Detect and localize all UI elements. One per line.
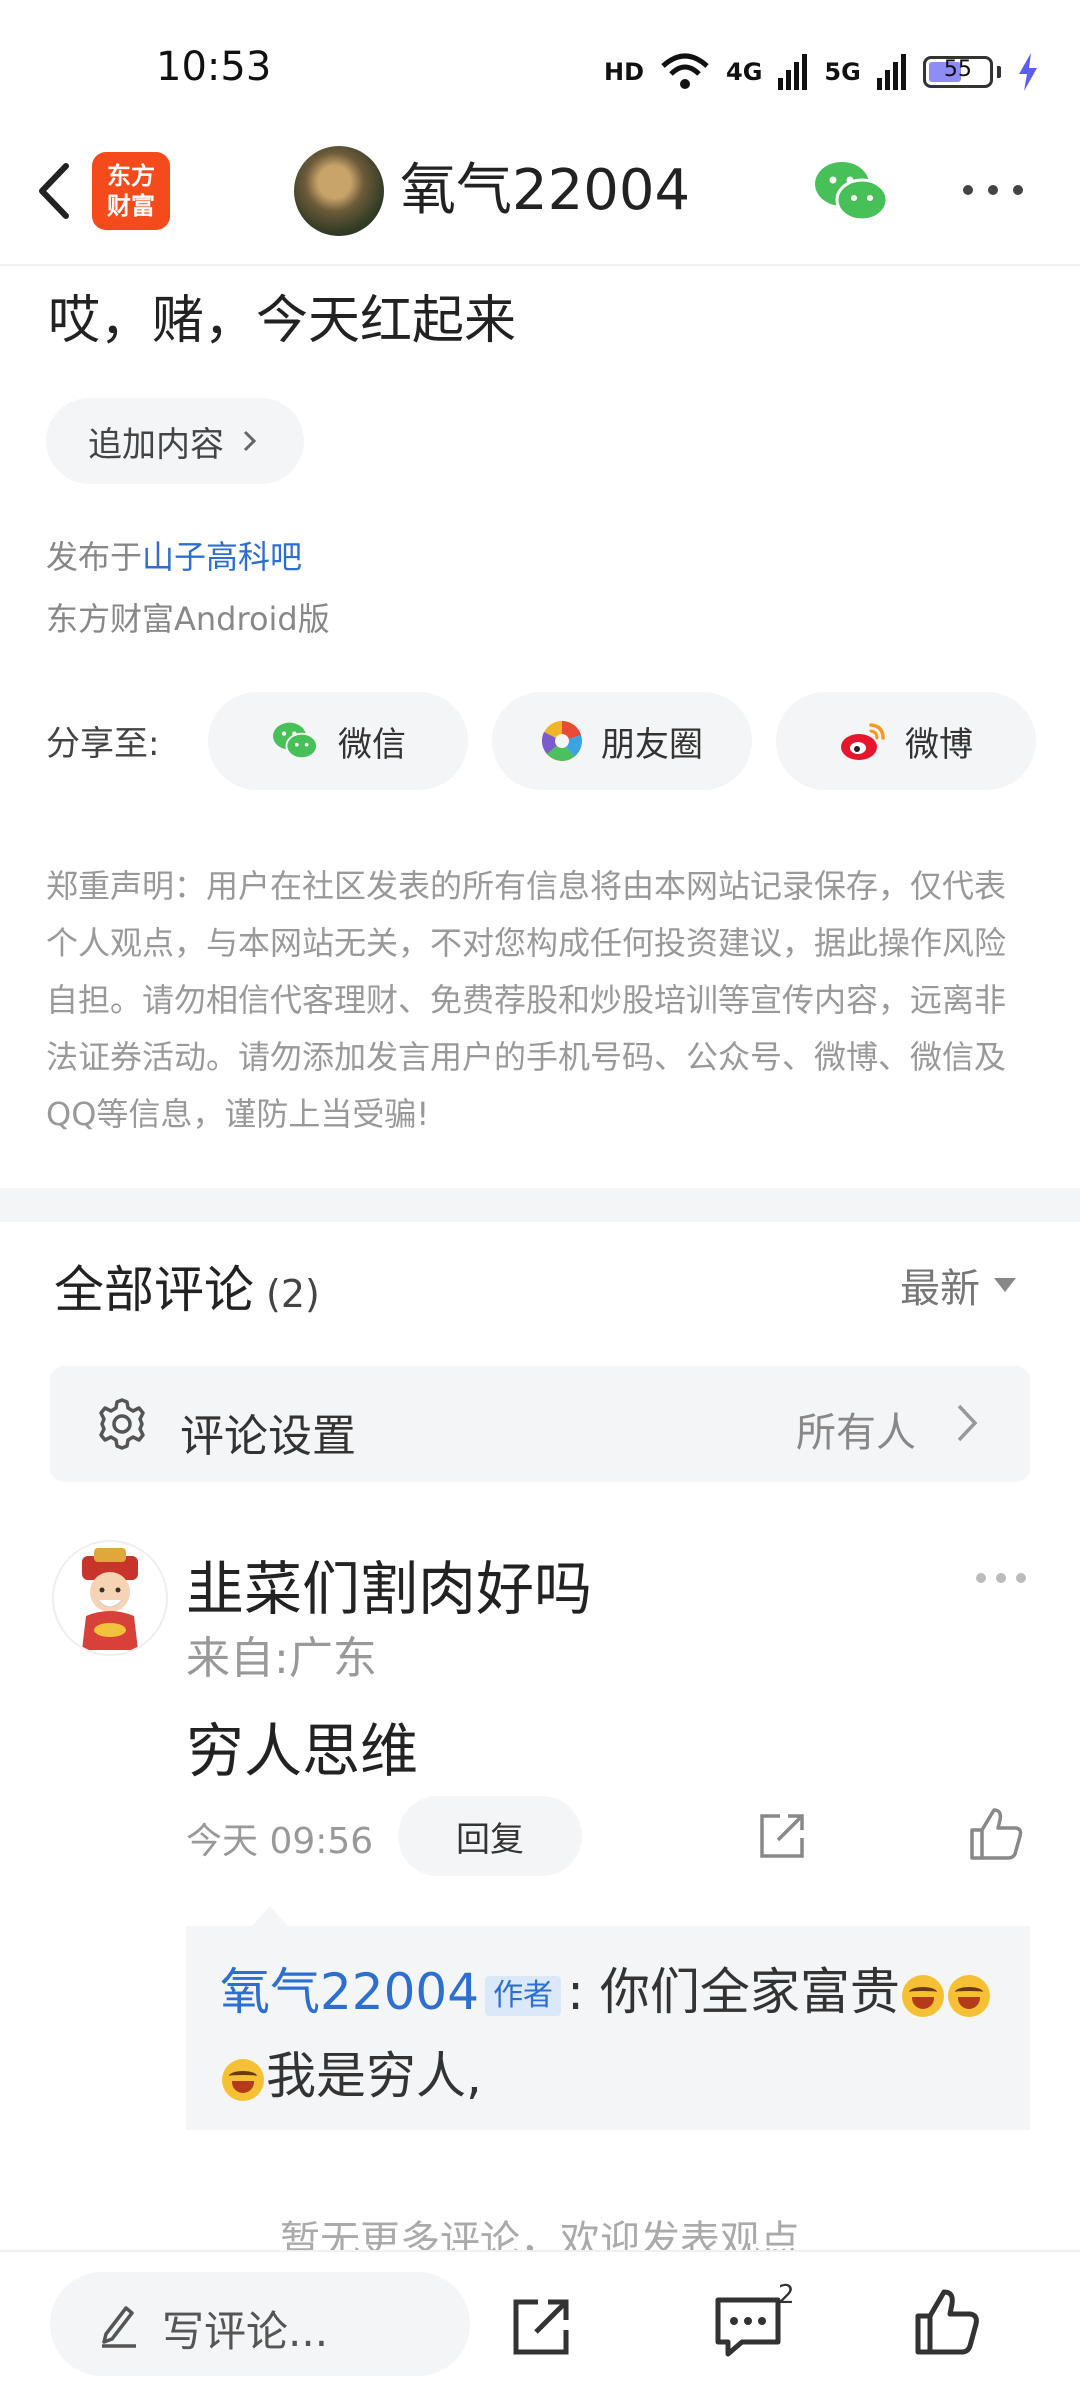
status-time: 10:53	[156, 44, 272, 90]
write-comment-placeholder: 写评论...	[162, 2307, 329, 2356]
reply-text-2: 我是穷人,	[266, 2047, 482, 2105]
nav-divider	[0, 264, 1080, 266]
share-icon[interactable]	[756, 1810, 808, 1862]
comment-more-icon[interactable]	[974, 1570, 1028, 1586]
comment-icon[interactable]	[712, 2294, 784, 2360]
comment-settings-value: 所有人	[796, 1410, 916, 1456]
thumbs-up-icon[interactable]	[912, 2286, 982, 2358]
battery-level: 55	[943, 57, 972, 82]
caret-down-icon	[994, 1278, 1016, 1292]
battery-icon: 55	[922, 56, 993, 88]
gear-icon	[99, 1398, 145, 1450]
signal-icon	[778, 54, 808, 90]
reply-separator: :	[567, 1963, 584, 2021]
signal-icon	[876, 54, 906, 90]
weibo-icon	[841, 723, 885, 760]
chevron-right-icon	[243, 430, 257, 452]
share-icon[interactable]	[508, 2294, 574, 2360]
author-badge: 作者	[485, 1975, 562, 2016]
share-wechat-label: 微信	[338, 724, 406, 765]
comments-count: (2)	[266, 1272, 320, 1316]
wechat-icon	[273, 722, 318, 760]
wechat-icon[interactable]	[812, 156, 890, 228]
reply-pointer	[252, 1906, 288, 1926]
wifi-icon	[661, 53, 709, 89]
reply-text-1: 你们全家富贵	[599, 1963, 900, 2021]
commenter-name[interactable]: 韭菜们割肉好吗	[186, 1542, 592, 1626]
reply-content: 氧气22004 作者: 你们全家富贵我是穷人,	[220, 1950, 1020, 2118]
app-logo: 东方 财富	[92, 152, 170, 230]
pencil-icon	[102, 2306, 136, 2348]
author-name[interactable]: 氧气22004	[400, 152, 690, 230]
laughing-emoji-icon	[901, 1974, 944, 2017]
share-moments-label: 朋友圈	[601, 724, 703, 765]
forum-link[interactable]: 山子高科吧	[142, 538, 302, 576]
signal-5g-label: 5G	[824, 58, 861, 86]
comments-heading: 全部评论 (2)	[54, 1250, 320, 1322]
more-icon[interactable]	[958, 178, 1028, 202]
commenter-location: 来自:广东	[186, 1633, 377, 1684]
post-text: 哎，赌，今天红起来	[48, 291, 517, 351]
god-of-wealth-avatar	[82, 1548, 138, 1650]
battery-tip	[996, 66, 1001, 78]
append-content-button[interactable]: 追加内容	[46, 398, 304, 484]
published-in: 发布于山子高科吧	[46, 532, 302, 578]
published-prefix: 发布于	[46, 538, 143, 576]
share-weibo-button[interactable]: 微博	[776, 692, 1036, 790]
commenter-avatar[interactable]	[52, 1540, 168, 1656]
reply-author[interactable]: 氧气22004	[220, 1963, 479, 2021]
section-separator	[0, 1188, 1080, 1222]
laughing-emoji-icon	[947, 1974, 990, 2017]
reply-button[interactable]: 回复	[398, 1796, 582, 1876]
share-label: 分享至:	[46, 724, 160, 764]
comment-settings-label: 评论设置	[180, 1411, 356, 1462]
charging-icon	[1018, 53, 1037, 91]
append-content-label: 追加内容	[88, 424, 224, 465]
disclaimer: 郑重声明：用户在社区发表的所有信息将由本网站记录保存，仅代表个人观点，与本网站无…	[46, 867, 1007, 1133]
signal-4g-label: 4G	[726, 58, 763, 86]
sort-label: 最新	[900, 1266, 980, 1312]
logo-text: 东方 财富	[107, 162, 155, 220]
author-avatar[interactable]	[294, 146, 384, 236]
hd-icon: HD	[604, 58, 645, 86]
comments-title: 全部评论	[54, 1261, 254, 1319]
moments-icon	[541, 721, 582, 761]
chevron-right-icon	[957, 1404, 978, 1442]
comment-count-badge: 2	[778, 2280, 795, 2310]
thumbs-up-icon[interactable]	[966, 1804, 1026, 1864]
back-icon[interactable]	[24, 152, 84, 230]
share-wechat-button[interactable]: 微信	[208, 692, 468, 790]
laughing-emoji-icon	[222, 2058, 264, 2101]
status-icons: HD 4G 5G 55	[604, 50, 1039, 94]
reply-button-label: 回复	[456, 1819, 524, 1860]
sort-dropdown[interactable]: 最新	[900, 1256, 1016, 1314]
client-info: 东方财富Android版	[46, 600, 330, 638]
share-weibo-label: 微博	[905, 724, 973, 765]
comment-text: 穷人思维	[186, 1717, 419, 1785]
comment-time: 今天 09:56	[186, 1821, 374, 1862]
share-moments-button[interactable]: 朋友圈	[492, 692, 752, 790]
